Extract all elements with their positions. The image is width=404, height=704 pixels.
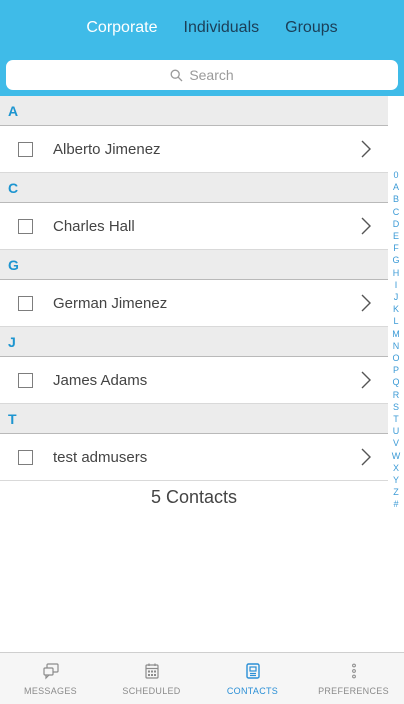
index-letter[interactable]: U — [393, 425, 400, 437]
tab-groups[interactable]: Groups — [285, 19, 337, 37]
index-letter[interactable]: R — [393, 389, 400, 401]
more-dots-icon — [351, 663, 356, 678]
contact-row[interactable]: James Adams — [0, 357, 388, 404]
tab-individuals[interactable]: Individuals — [184, 19, 260, 37]
tab-label: CONTACTS — [226, 685, 279, 696]
index-letter[interactable]: N — [393, 340, 400, 352]
chevron-right-icon — [361, 217, 371, 235]
contact-name: test admusers — [53, 448, 148, 466]
index-letter[interactable]: H — [393, 267, 400, 279]
index-letter[interactable]: F — [393, 242, 399, 254]
index-letter[interactable]: D — [393, 218, 400, 230]
section-header-t: T — [0, 404, 388, 434]
tab-preferences[interactable]: PREFERENCES — [303, 653, 404, 704]
calendar-icon — [144, 663, 159, 679]
contact-name: Alberto Jimenez — [53, 140, 161, 158]
search-input[interactable]: Search — [6, 60, 398, 90]
index-letter[interactable]: M — [392, 328, 400, 340]
select-checkbox[interactable] — [18, 141, 33, 157]
select-checkbox[interactable] — [18, 449, 33, 465]
index-letter[interactable]: C — [393, 206, 400, 218]
index-letter[interactable]: Z — [393, 486, 399, 498]
section-header-j: J — [0, 327, 388, 357]
contact-count: 5 Contacts — [150, 487, 238, 507]
search-icon — [170, 69, 183, 81]
contact-row[interactable]: Alberto Jimenez — [0, 126, 388, 173]
select-checkbox[interactable] — [18, 295, 33, 311]
tab-contacts[interactable]: CONTACTS — [202, 653, 303, 704]
tab-scheduled[interactable]: SCHEDULED — [101, 653, 202, 704]
alphabet-index[interactable]: 0 A B C D E F G H I J K L M N O P Q R S T U V W X Y Z # — [388, 169, 404, 511]
index-letter[interactable]: I — [395, 279, 398, 291]
search-placeholder: Search — [189, 67, 234, 83]
section-header-a: A — [0, 96, 388, 126]
index-letter[interactable]: B — [393, 193, 399, 205]
index-letter[interactable]: J — [394, 291, 399, 303]
index-letter[interactable]: X — [393, 462, 399, 474]
index-letter[interactable]: A — [393, 181, 399, 193]
tab-label: MESSAGES — [24, 685, 77, 696]
section-header-c: C — [0, 173, 388, 203]
index-letter[interactable]: Q — [392, 376, 399, 388]
index-letter[interactable]: P — [393, 364, 399, 376]
contact-name: German Jimenez — [53, 294, 168, 312]
index-letter[interactable]: O — [392, 352, 399, 364]
index-letter[interactable]: T — [393, 413, 399, 425]
contact-list: A Alberto Jimenez C Charles Hall G Germa… — [0, 96, 388, 481]
tab-corporate[interactable]: Corporate — [86, 19, 157, 37]
index-letter[interactable]: S — [393, 401, 399, 413]
index-letter[interactable]: W — [392, 450, 401, 462]
search-bar: Search — [0, 56, 404, 96]
contact-row[interactable]: test admusers — [0, 434, 388, 481]
select-checkbox[interactable] — [18, 372, 33, 388]
bottom-tab-bar: MESSAGES SCHEDULED CONTACTS PREFERENCES — [0, 652, 404, 704]
contacts-icon — [245, 662, 260, 679]
index-letter[interactable]: Y — [393, 474, 399, 486]
contact-row[interactable]: Charles Hall — [0, 203, 388, 250]
index-letter[interactable]: V — [393, 437, 399, 449]
contacts-screen: Corporate Individuals Groups Search A Al… — [0, 0, 404, 704]
index-letter[interactable]: L — [393, 315, 398, 327]
index-letter[interactable]: # — [393, 498, 398, 510]
contact-name: Charles Hall — [53, 217, 135, 235]
index-letter[interactable]: E — [393, 230, 399, 242]
select-checkbox[interactable] — [18, 218, 33, 234]
section-header-g: G — [0, 250, 388, 280]
tab-label: PREFERENCES — [318, 685, 389, 696]
index-letter[interactable]: 0 — [393, 169, 398, 181]
chevron-right-icon — [361, 140, 371, 158]
contact-name: James Adams — [53, 371, 148, 389]
chevron-right-icon — [361, 294, 371, 312]
messages-icon — [42, 662, 59, 679]
chevron-right-icon — [361, 448, 371, 466]
chevron-right-icon — [361, 371, 371, 389]
contact-type-tabs: Corporate Individuals Groups — [0, 0, 404, 56]
index-letter[interactable]: K — [393, 303, 399, 315]
tab-label: SCHEDULED — [122, 685, 181, 696]
contact-row[interactable]: German Jimenez — [0, 280, 388, 327]
tab-messages[interactable]: MESSAGES — [0, 653, 101, 704]
index-letter[interactable]: G — [392, 254, 399, 266]
